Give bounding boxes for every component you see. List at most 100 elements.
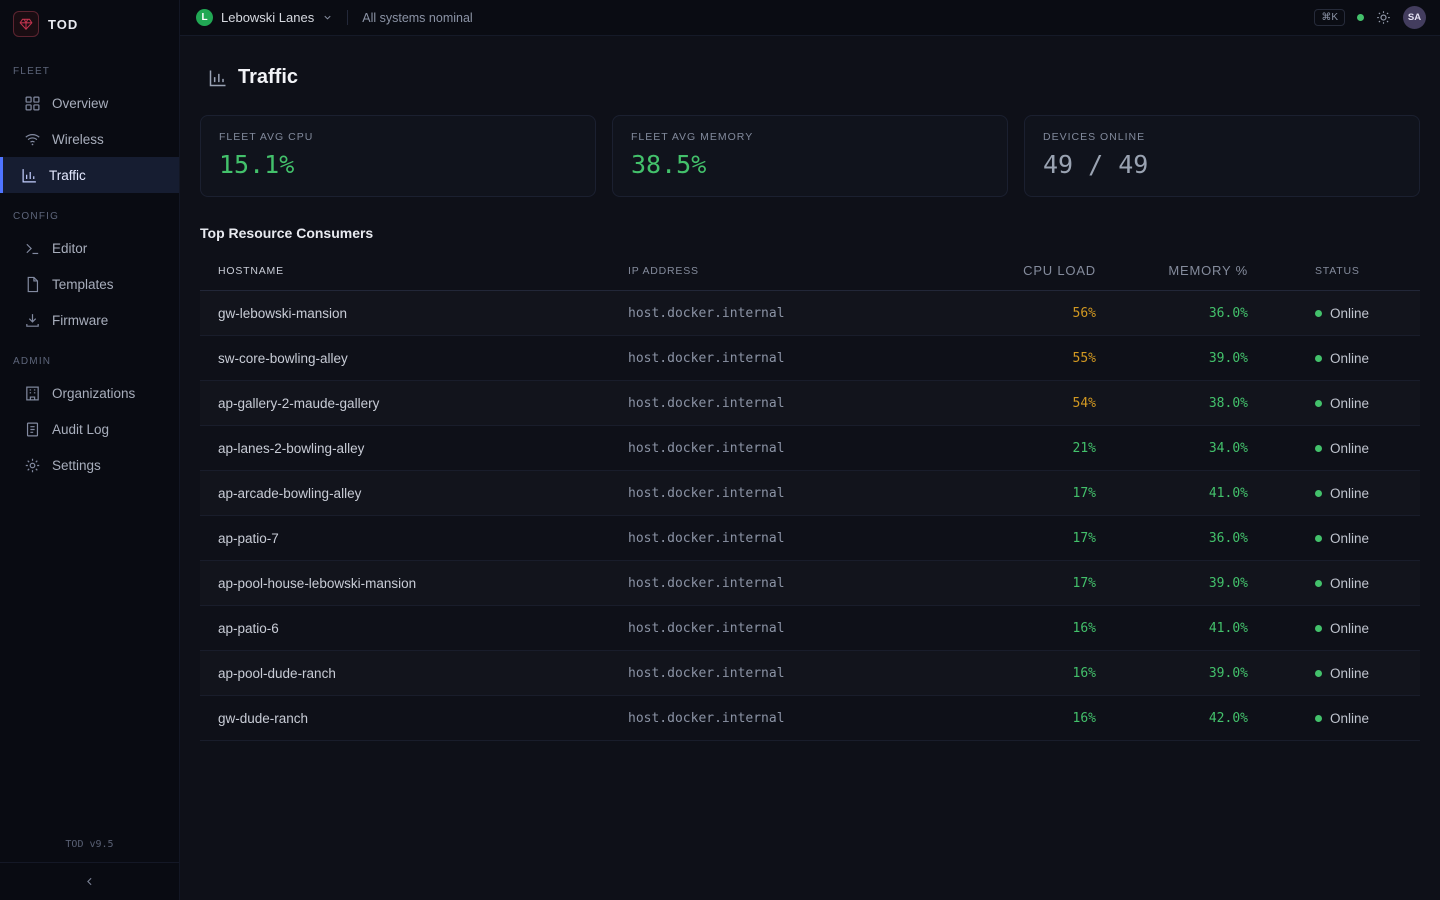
consumers-table: HOSTNAME IP ADDRESS CPU LOAD MEMORY % ST… xyxy=(200,251,1420,741)
online-dot xyxy=(1315,490,1322,497)
stat-label: FLEET AVG MEMORY xyxy=(631,131,989,143)
online-dot xyxy=(1315,310,1322,317)
table-row[interactable]: sw-core-bowling-alley host.docker.intern… xyxy=(200,336,1420,381)
app-name: TOD xyxy=(48,17,78,32)
status-label: Online xyxy=(1330,441,1369,456)
sidebar-item-overview[interactable]: Overview xyxy=(0,85,179,121)
status-label: Online xyxy=(1330,621,1369,636)
status-cell: Online xyxy=(1260,621,1420,636)
sidebar-item-label: Traffic xyxy=(49,168,86,183)
ip-address-cell: host.docker.internal xyxy=(628,441,978,456)
table-header: HOSTNAME IP ADDRESS CPU LOAD MEMORY % ST… xyxy=(200,251,1420,291)
memory-cell: 41.0% xyxy=(1108,621,1260,636)
table-body: gw-lebowski-mansion host.docker.internal… xyxy=(200,291,1420,741)
status-label: Online xyxy=(1330,531,1369,546)
memory-cell: 36.0% xyxy=(1108,306,1260,321)
status-cell: Online xyxy=(1260,306,1420,321)
online-dot xyxy=(1315,535,1322,542)
online-dot xyxy=(1315,715,1322,722)
command-palette-shortcut[interactable]: ⌘K xyxy=(1314,9,1345,26)
sidebar-item-label: Wireless xyxy=(52,132,104,147)
sidebar-item-label: Organizations xyxy=(52,386,135,401)
org-avatar: L xyxy=(196,9,213,26)
memory-cell: 39.0% xyxy=(1108,666,1260,681)
chevron-left-icon xyxy=(83,875,96,888)
stat-card-fleet-avg-cpu: FLEET AVG CPU 15.1% xyxy=(200,115,596,197)
sidebar-item-editor[interactable]: Editor xyxy=(0,230,179,266)
table-section-title: Top Resource Consumers xyxy=(200,225,1420,241)
cpu-load-cell: 16% xyxy=(978,666,1108,681)
org-name: Lebowski Lanes xyxy=(221,10,314,25)
cpu-load-cell: 16% xyxy=(978,621,1108,636)
sidebar-item-label: Settings xyxy=(52,458,101,473)
user-avatar[interactable]: SA xyxy=(1403,6,1426,29)
ip-address-cell: host.docker.internal xyxy=(628,396,978,411)
online-dot xyxy=(1315,400,1322,407)
status-label: Online xyxy=(1330,666,1369,681)
sidebar-item-label: Audit Log xyxy=(52,422,109,437)
online-dot xyxy=(1315,445,1322,452)
sidebar-section-fleet: FLEET xyxy=(0,66,179,77)
status-label: Online xyxy=(1330,486,1369,501)
memory-cell: 41.0% xyxy=(1108,486,1260,501)
ip-address-cell: host.docker.internal xyxy=(628,621,978,636)
sidebar-item-label: Templates xyxy=(52,277,114,292)
sidebar-item-traffic[interactable]: Traffic xyxy=(0,157,179,193)
memory-cell: 38.0% xyxy=(1108,396,1260,411)
chevron-down-icon xyxy=(322,12,333,23)
main-content: Traffic FLEET AVG CPU 15.1% FLEET AVG ME… xyxy=(180,36,1440,900)
column-header-memory: MEMORY % xyxy=(1108,263,1260,278)
hostname-cell: ap-arcade-bowling-alley xyxy=(200,486,628,501)
sidebar-item-label: Firmware xyxy=(52,313,108,328)
hostname-cell: ap-gallery-2-maude-gallery xyxy=(200,396,628,411)
online-dot xyxy=(1315,580,1322,587)
table-row[interactable]: ap-pool-house-lebowski-mansion host.dock… xyxy=(200,561,1420,606)
table-row[interactable]: gw-lebowski-mansion host.docker.internal… xyxy=(200,291,1420,336)
terminal-icon xyxy=(24,240,41,257)
online-dot xyxy=(1315,670,1322,677)
table-row[interactable]: ap-patio-6 host.docker.internal 16% 41.0… xyxy=(200,606,1420,651)
topbar: L Lebowski Lanes All systems nominal ⌘K … xyxy=(180,0,1440,36)
table-row[interactable]: ap-gallery-2-maude-gallery host.docker.i… xyxy=(200,381,1420,426)
sidebar-item-firmware[interactable]: Firmware xyxy=(0,302,179,338)
status-cell: Online xyxy=(1260,441,1420,456)
sidebar-item-wireless[interactable]: Wireless xyxy=(0,121,179,157)
table-row[interactable]: gw-dude-ranch host.docker.internal 16% 4… xyxy=(200,696,1420,741)
sidebar-item-label: Overview xyxy=(52,96,108,111)
sidebar-section-admin: ADMIN xyxy=(0,356,179,367)
hostname-cell: ap-lanes-2-bowling-alley xyxy=(200,441,628,456)
table-row[interactable]: ap-patio-7 host.docker.internal 17% 36.0… xyxy=(200,516,1420,561)
stat-label: DEVICES ONLINE xyxy=(1043,131,1401,143)
theme-toggle-sun-icon[interactable] xyxy=(1376,10,1391,25)
sidebar-item-templates[interactable]: Templates xyxy=(0,266,179,302)
cpu-load-cell: 16% xyxy=(978,711,1108,726)
file-icon xyxy=(24,276,41,293)
ip-address-cell: host.docker.internal xyxy=(628,576,978,591)
table-row[interactable]: ap-lanes-2-bowling-alley host.docker.int… xyxy=(200,426,1420,471)
ip-address-cell: host.docker.internal xyxy=(628,666,978,681)
topbar-divider xyxy=(347,10,348,25)
sidebar-item-settings[interactable]: Settings xyxy=(0,447,179,483)
memory-cell: 39.0% xyxy=(1108,576,1260,591)
stat-value: 15.1% xyxy=(219,150,577,179)
org-switcher[interactable]: L Lebowski Lanes xyxy=(196,9,333,26)
download-icon xyxy=(24,312,41,329)
column-header-hostname: HOSTNAME xyxy=(200,265,628,277)
bar-chart-icon xyxy=(21,167,38,184)
online-dot xyxy=(1315,625,1322,632)
stat-card-fleet-avg-memory: FLEET AVG MEMORY 38.5% xyxy=(612,115,1008,197)
column-header-ip-address: IP ADDRESS xyxy=(628,265,978,277)
sidebar-collapse-button[interactable] xyxy=(0,862,179,900)
table-row[interactable]: ap-arcade-bowling-alley host.docker.inte… xyxy=(200,471,1420,516)
sidebar-item-organizations[interactable]: Organizations xyxy=(0,375,179,411)
sidebar-item-audit-log[interactable]: Audit Log xyxy=(0,411,179,447)
audit-doc-icon xyxy=(24,421,41,438)
online-dot xyxy=(1315,355,1322,362)
status-label: Online xyxy=(1330,576,1369,591)
table-row[interactable]: ap-pool-dude-ranch host.docker.internal … xyxy=(200,651,1420,696)
status-label: Online xyxy=(1330,351,1369,366)
ip-address-cell: host.docker.internal xyxy=(628,486,978,501)
app-logo[interactable]: TOD xyxy=(0,0,179,48)
hostname-cell: gw-lebowski-mansion xyxy=(200,306,628,321)
status-label: Online xyxy=(1330,711,1369,726)
